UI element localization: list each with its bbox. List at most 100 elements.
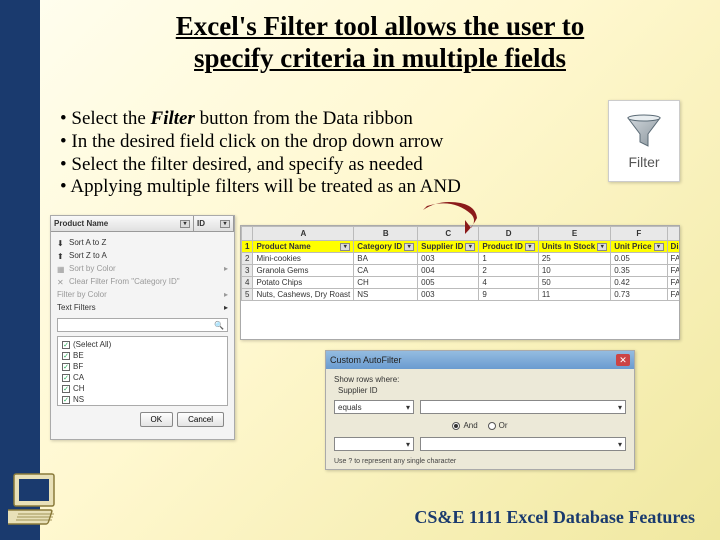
chevron-down-icon: ▾ xyxy=(406,403,410,412)
row-number[interactable]: 3 xyxy=(242,265,253,277)
checkbox-icon[interactable]: ✓ xyxy=(62,374,70,382)
checkbox-icon[interactable]: ✓ xyxy=(62,363,70,371)
cell[interactable]: 0.35 xyxy=(611,265,667,277)
filter-button-label: Filter xyxy=(628,154,659,170)
check-item[interactable]: ✓CA xyxy=(62,372,223,383)
checkbox-icon[interactable]: ✓ xyxy=(62,341,70,349)
computer-icon xyxy=(8,468,72,532)
filter-arrow-icon[interactable]: ▾ xyxy=(525,243,535,251)
cell[interactable]: Nuts, Cashews, Dry Roast xyxy=(253,289,354,301)
cell[interactable]: 4 xyxy=(479,277,538,289)
cell[interactable]: 2 xyxy=(479,265,538,277)
curved-arrow-icon xyxy=(415,200,485,238)
sort-az-item[interactable]: ⬇Sort A to Z xyxy=(57,236,228,249)
cell[interactable]: 10 xyxy=(538,265,610,277)
close-icon[interactable]: ✕ xyxy=(616,354,630,366)
and-radio[interactable]: And xyxy=(452,421,477,430)
dropdown-arrow-icon[interactable]: ▾ xyxy=(220,220,230,228)
header-cell[interactable]: Discontinued▾ xyxy=(667,241,680,253)
row-number[interactable]: 1 xyxy=(242,241,253,253)
filter-arrow-icon[interactable]: ▾ xyxy=(654,243,664,251)
header-cell[interactable]: Product ID▾ xyxy=(479,241,538,253)
col-letter[interactable]: E xyxy=(538,227,610,241)
col-product-name[interactable]: Product Name▾ xyxy=(51,216,194,231)
cell[interactable]: Potato Chips xyxy=(253,277,354,289)
col-letter[interactable]: A xyxy=(253,227,354,241)
check-item[interactable]: ✓CH xyxy=(62,383,223,394)
cell[interactable]: Mini-cookies xyxy=(253,253,354,265)
cell[interactable]: 50 xyxy=(538,277,610,289)
sort-za-item[interactable]: ⬆Sort Z to A xyxy=(57,249,228,262)
col-letter[interactable]: D xyxy=(479,227,538,241)
header-cell[interactable]: Product Name▾ xyxy=(253,241,354,253)
col-letter[interactable]: B xyxy=(354,227,418,241)
value-2-input[interactable]: ▾ xyxy=(420,437,626,451)
cell[interactable]: FALSE xyxy=(667,253,680,265)
check-item[interactable]: ✓BF xyxy=(62,361,223,372)
filter-arrow-icon[interactable]: ▾ xyxy=(597,243,607,251)
cell[interactable]: FALSE xyxy=(667,277,680,289)
filter-checklist: ✓(Select All) ✓BE ✓BF ✓CA ✓CH ✓NS xyxy=(57,336,228,406)
dropdown-column-header: Product Name▾ ID▾ xyxy=(51,216,234,232)
cell[interactable]: BA xyxy=(354,253,418,265)
operator-1-select[interactable]: equals▾ xyxy=(334,400,414,414)
cell[interactable]: 0.05 xyxy=(611,253,667,265)
cell[interactable]: Granola Gems xyxy=(253,265,354,277)
row-number[interactable]: 2 xyxy=(242,253,253,265)
filter-arrow-icon[interactable]: ▾ xyxy=(465,243,475,251)
filter-arrow-icon[interactable]: ▾ xyxy=(404,243,414,251)
cell[interactable]: 1 xyxy=(479,253,538,265)
sort-asc-icon: ⬇ xyxy=(57,239,65,247)
checkbox-icon[interactable]: ✓ xyxy=(62,385,70,393)
radio-icon xyxy=(452,422,460,430)
cell[interactable]: 11 xyxy=(538,289,610,301)
cell[interactable]: 9 xyxy=(479,289,538,301)
row-number[interactable]: 4 xyxy=(242,277,253,289)
table-row: 3 Granola Gems CA 004 2 10 0.35 FALSE xyxy=(242,265,681,277)
header-cell[interactable]: Units In Stock▾ xyxy=(538,241,610,253)
spreadsheet-screenshot: A B C D E F G 1 Product Name▾ Category I… xyxy=(240,225,680,340)
clear-icon: ✕ xyxy=(57,278,65,286)
header-cell[interactable]: Category ID▾ xyxy=(354,241,418,253)
header-cell[interactable]: Unit Price▾ xyxy=(611,241,667,253)
checkbox-icon[interactable]: ✓ xyxy=(62,352,70,360)
operator-2-select[interactable]: ▾ xyxy=(334,437,414,451)
cell[interactable]: 0.42 xyxy=(611,277,667,289)
text-filters-item[interactable]: Text Filters▸ xyxy=(57,301,228,314)
cell[interactable]: 0.73 xyxy=(611,289,667,301)
check-item[interactable]: ✓NS xyxy=(62,394,223,405)
filter-arrow-icon[interactable]: ▾ xyxy=(340,243,350,251)
cell[interactable]: CH xyxy=(354,277,418,289)
table-row: 4 Potato Chips CH 005 4 50 0.42 FALSE xyxy=(242,277,681,289)
check-item[interactable]: ✓BE xyxy=(62,350,223,361)
checkbox-icon[interactable]: ✓ xyxy=(62,396,70,404)
row-number[interactable]: 5 xyxy=(242,289,253,301)
show-rows-label: Show rows where: xyxy=(334,375,626,384)
filter-ribbon-button[interactable]: Filter xyxy=(608,100,680,182)
title-line-2: specify criteria in multiple fields xyxy=(194,43,566,73)
cell[interactable]: 004 xyxy=(418,265,479,277)
value-1-input[interactable]: ▾ xyxy=(420,400,626,414)
or-radio[interactable]: Or xyxy=(488,421,508,430)
check-item-all[interactable]: ✓(Select All) xyxy=(62,339,223,350)
col-id[interactable]: ID▾ xyxy=(194,216,234,231)
dropdown-arrow-icon[interactable]: ▾ xyxy=(180,220,190,228)
cell[interactable]: NS xyxy=(354,289,418,301)
bullet-4: • Applying multiple filters will be trea… xyxy=(60,176,590,199)
header-cell[interactable]: Supplier ID▾ xyxy=(418,241,479,253)
cell[interactable]: 003 xyxy=(418,289,479,301)
cell[interactable]: 003 xyxy=(418,253,479,265)
dialog-titlebar[interactable]: Custom AutoFilter ✕ xyxy=(326,351,634,369)
cell[interactable]: 25 xyxy=(538,253,610,265)
col-letter[interactable]: G xyxy=(667,227,680,241)
corner-cell[interactable] xyxy=(242,227,253,241)
col-letter[interactable]: F xyxy=(611,227,667,241)
cell[interactable]: CA xyxy=(354,265,418,277)
cell[interactable]: FALSE xyxy=(667,265,680,277)
filter-search-input[interactable]: 🔍 xyxy=(57,318,228,332)
ok-button[interactable]: OK xyxy=(140,412,174,427)
footer-text: CS&E 1111 Excel Database Features xyxy=(414,507,695,528)
cell[interactable]: 005 xyxy=(418,277,479,289)
cancel-button[interactable]: Cancel xyxy=(177,412,224,427)
cell[interactable]: FALSE xyxy=(667,289,680,301)
